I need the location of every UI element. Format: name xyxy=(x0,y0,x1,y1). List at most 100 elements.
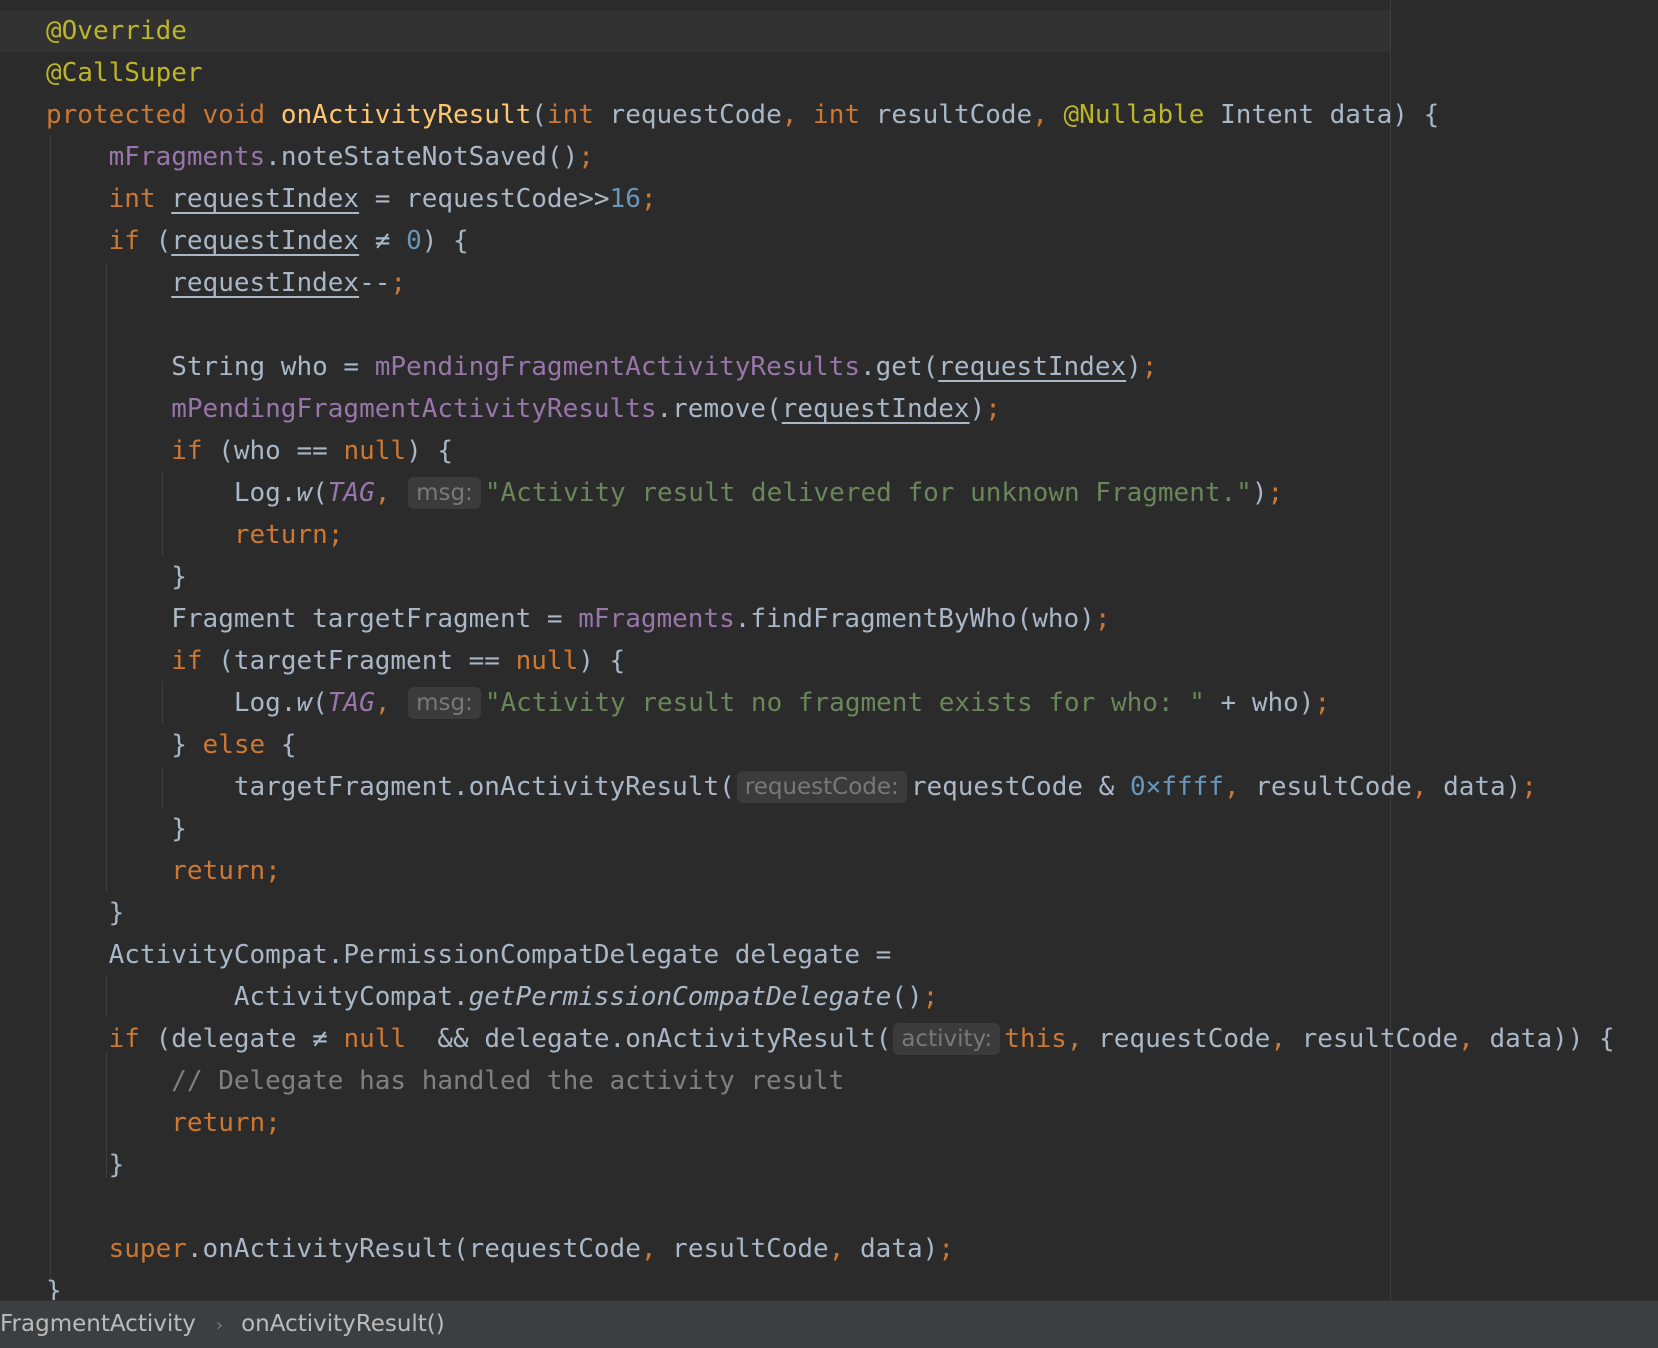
code-token: , xyxy=(781,100,814,130)
code-line[interactable]: if (delegate ≠ null && delegate.onActivi… xyxy=(46,1018,1615,1060)
code-line[interactable]: } xyxy=(46,892,125,934)
ide-window: @Override @CallSuper protected void onActi… xyxy=(0,0,1658,1348)
code-line[interactable]: ActivityCompat.PermissionCompatDelegate … xyxy=(46,934,892,976)
code-line[interactable]: requestIndex--; xyxy=(46,262,406,304)
code-token: resultCode xyxy=(875,100,1033,130)
code-line[interactable]: targetFragment.onActivityResult(requestC… xyxy=(46,766,1537,808)
code-token: (targetFragment == xyxy=(218,646,516,676)
code-line[interactable]: super.onActivityResult(requestCode, resu… xyxy=(46,1228,954,1270)
code-token: .onActivityResult(requestCode xyxy=(186,1234,641,1264)
code-line[interactable]: if (requestIndex ≠ 0) { xyxy=(46,220,469,262)
code-token: targetFragment.onActivityResult( xyxy=(233,772,735,802)
code-token: ( xyxy=(312,478,328,508)
code-token: requestIndex xyxy=(171,226,360,256)
breadcrumb-item-method[interactable]: onActivityResult() xyxy=(241,1301,445,1347)
code-token: data) xyxy=(1443,772,1522,802)
code-token: ; xyxy=(985,394,1001,424)
code-token: mPendingFragmentActivityResults xyxy=(374,352,860,382)
code-token: resultCode xyxy=(1255,772,1412,802)
code-line[interactable]: int requestIndex = requestCode>>16; xyxy=(46,178,657,220)
code-line[interactable]: } xyxy=(46,556,187,598)
code-token: ; xyxy=(1094,604,1111,634)
code-token: , xyxy=(1032,100,1064,130)
code-line[interactable]: } xyxy=(46,1270,62,1300)
code-token: ActivityCompat.PermissionCompatDelegate … xyxy=(108,940,892,970)
code-line[interactable]: // Delegate has handled the activity res… xyxy=(46,1060,844,1102)
code-token: ≠ xyxy=(359,226,407,256)
code-line[interactable]: return; xyxy=(46,1102,281,1144)
code-line[interactable]: } else { xyxy=(46,724,296,766)
code-token: ; xyxy=(1314,688,1331,718)
code-token: .noteStateNotSaved() xyxy=(265,142,579,172)
code-token: } xyxy=(171,814,187,844)
code-token: String who = xyxy=(171,352,375,382)
code-token: ) xyxy=(969,394,986,424)
code-token: , xyxy=(1458,1024,1490,1054)
code-token: mFragments xyxy=(578,604,735,634)
code-token: { xyxy=(280,730,297,760)
code-line[interactable]: mFragments.noteStateNotSaved(); xyxy=(46,136,594,178)
code-token: mFragments xyxy=(108,142,266,172)
code-token: ( xyxy=(312,688,328,718)
code-line[interactable]: String who = mPendingFragmentActivityRes… xyxy=(46,346,1157,388)
code-token: "Activity result no fragment exists for … xyxy=(484,688,1205,718)
code-token: data)) { xyxy=(1489,1024,1615,1054)
code-line[interactable]: protected void onActivityResult(int requ… xyxy=(46,94,1439,136)
code-token: @CallSuper xyxy=(46,58,203,88)
code-token: , xyxy=(1223,772,1256,802)
code-line[interactable]: @Override xyxy=(46,10,187,52)
code-line[interactable]: } xyxy=(46,808,187,850)
code-token: 0 xyxy=(406,226,422,256)
code-token: "Activity result delivered for unknown F… xyxy=(484,478,1252,508)
code-line[interactable]: if (who == null) { xyxy=(46,430,453,472)
code-token: return; xyxy=(171,856,281,886)
code-token: if xyxy=(108,1024,156,1054)
code-token: = requestCode>> xyxy=(359,184,610,214)
right-margin-guide xyxy=(1390,0,1391,1300)
code-line[interactable]: Log.w(TAG, msg: "Activity result delivere… xyxy=(46,472,1283,514)
code-token: Log. xyxy=(233,478,297,508)
code-token: protected void xyxy=(46,100,281,130)
code-line[interactable]: return; xyxy=(46,850,281,892)
code-line[interactable]: mPendingFragmentActivityResults.remove(r… xyxy=(46,388,1001,430)
code-token: && delegate.onActivityResult( xyxy=(421,1024,892,1054)
code-token: ) { xyxy=(406,436,454,466)
parameter-hint: activity: xyxy=(893,1023,1001,1055)
code-token: ; xyxy=(1267,478,1284,508)
code-token: requestCode & xyxy=(910,772,1130,802)
code-token: if xyxy=(108,226,156,256)
code-token: .remove( xyxy=(656,394,782,424)
code-line[interactable]: @CallSuper xyxy=(46,52,203,94)
code-token: (who == xyxy=(218,436,344,466)
parameter-hint: requestCode: xyxy=(736,771,907,803)
code-token: ( xyxy=(155,226,172,256)
code-token: requestCode xyxy=(1098,1024,1271,1054)
code-line[interactable]: Fragment targetFragment = mFragments.fin… xyxy=(46,598,1110,640)
code-line[interactable]: return; xyxy=(46,514,344,556)
code-line[interactable]: if (targetFragment == null) { xyxy=(46,640,625,682)
code-line[interactable]: Log.w(TAG, msg: "Activity result no fragm… xyxy=(46,682,1330,724)
code-token: (delegate ≠ xyxy=(155,1024,344,1054)
code-token: } xyxy=(108,1150,125,1180)
code-token: , xyxy=(374,478,407,508)
code-line[interactable]: ActivityCompat.getPermissionCompatDelega… xyxy=(46,976,938,1018)
code-line[interactable]: } xyxy=(46,1144,125,1186)
breadcrumb-item-class[interactable]: FragmentActivity xyxy=(0,1301,196,1347)
code-token: ; xyxy=(922,982,939,1012)
code-editor[interactable]: @Override @CallSuper protected void onActi… xyxy=(0,0,1658,1300)
code-token: .get( xyxy=(860,352,939,382)
